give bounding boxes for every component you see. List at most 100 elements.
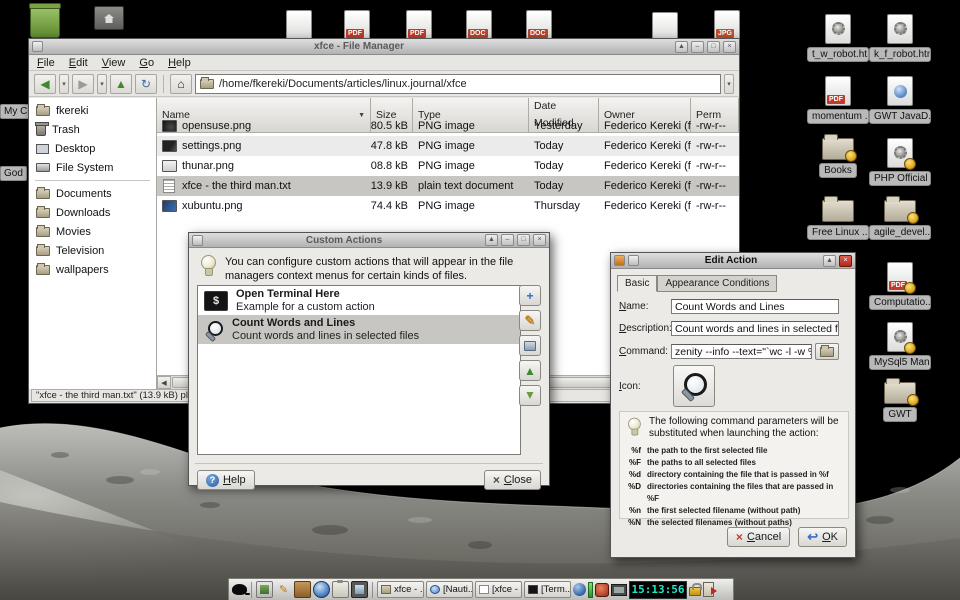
forward-dropdown[interactable]: ▾ xyxy=(97,74,107,94)
icon-picker-button[interactable] xyxy=(673,365,715,407)
scroll-left-icon[interactable]: ◀ xyxy=(157,376,171,389)
maximize-button[interactable]: □ xyxy=(707,41,720,53)
sidebar-item-downloads[interactable]: Downloads xyxy=(29,203,156,222)
desktop-icon-doc-2[interactable]: DOC xyxy=(508,10,570,40)
clipboard-launcher-icon[interactable] xyxy=(332,581,349,598)
desktop-icon-gwt-javadoc[interactable]: GWT JavaD... xyxy=(869,76,931,129)
desktop-icon-books[interactable]: Books xyxy=(807,138,869,183)
path-dropdown[interactable]: ▾ xyxy=(724,74,734,94)
sidebar-item-documents[interactable]: Documents xyxy=(29,184,156,203)
image-viewer-launcher-icon[interactable] xyxy=(256,581,273,598)
menu-file[interactable]: File xyxy=(37,57,55,69)
up-button[interactable]: ▲ xyxy=(110,74,132,94)
task-button-xfce-folder[interactable]: xfce - ... xyxy=(377,581,424,598)
custom-actions-titlebar[interactable]: Custom Actions ▲ – □ × xyxy=(189,233,549,248)
back-button[interactable]: ◀ xyxy=(34,74,56,94)
browse-button[interactable] xyxy=(815,343,839,360)
add-action-button[interactable]: + xyxy=(519,285,541,306)
desktop-label-left-2[interactable]: God xyxy=(0,166,27,181)
help-button[interactable]: ? Help xyxy=(197,470,255,490)
path-bar[interactable]: /home/fkereki/Documents/articles/linux.j… xyxy=(195,74,721,94)
tray-display-icon[interactable] xyxy=(611,584,627,596)
desktop-icon-computation[interactable]: PDF Computatio... xyxy=(869,262,931,315)
sidebar-item-desktop[interactable]: Desktop xyxy=(29,139,156,158)
back-dropdown[interactable]: ▾ xyxy=(59,74,69,94)
action-item-count-words[interactable]: Count Words and Lines Count words and li… xyxy=(198,315,520,344)
desktop-icon-jpg[interactable]: JPG xyxy=(696,10,758,40)
sidebar-item-television[interactable]: Television xyxy=(29,241,156,260)
window-icon[interactable] xyxy=(32,41,43,52)
minimize-button[interactable]: – xyxy=(501,234,514,246)
sidebar-item-filesystem[interactable]: File System xyxy=(29,158,156,177)
shade-button[interactable]: ▲ xyxy=(675,41,688,53)
refresh-button[interactable]: ↻ xyxy=(135,74,157,94)
edit-action-titlebar[interactable]: Edit Action ▲ × xyxy=(611,253,855,269)
text-editor-launcher-icon[interactable]: ✎ xyxy=(275,581,292,598)
desktop-icon-k-f-robot[interactable]: k_f_robot.html xyxy=(869,14,931,67)
table-row[interactable]: opensuse.png 580.5 kB PNG image Yesterda… xyxy=(157,116,739,136)
table-row[interactable]: thunar.png 108.8 kB PNG image Today Fede… xyxy=(157,156,739,176)
description-input[interactable]: Count words and lines in selected files xyxy=(671,321,839,336)
sidebar-item-home[interactable]: fkereki xyxy=(29,101,156,120)
close-button[interactable]: × xyxy=(839,255,852,267)
menu-go[interactable]: Go xyxy=(139,57,154,69)
desktop-icon-trash[interactable] xyxy=(14,6,76,38)
desktop-icon-agile-devel[interactable]: agile_devel... xyxy=(869,200,931,245)
desktop-icon-php-official[interactable]: PHP Official ... xyxy=(869,138,931,191)
task-button-nautilus[interactable]: [Nauti... xyxy=(426,581,473,598)
cancel-button[interactable]: × Cancel xyxy=(727,527,790,547)
lock-screen-icon[interactable] xyxy=(689,587,701,596)
sidebar-item-movies[interactable]: Movies xyxy=(29,222,156,241)
delete-action-button[interactable] xyxy=(519,335,541,356)
desktop-icon-t-w-robot[interactable]: t_w_robot.ht... xyxy=(807,14,869,67)
sidebar-item-wallpapers[interactable]: wallpapers xyxy=(29,260,156,279)
tray-level-indicator[interactable] xyxy=(588,582,593,598)
command-input[interactable]: zenity --info --text="`wc -l -w %N`" xyxy=(671,344,812,359)
shade-button[interactable]: ▲ xyxy=(485,234,498,246)
table-row-selected[interactable]: xfce - the third man.txt 13.9 kB plain t… xyxy=(157,176,739,196)
name-input[interactable]: Count Words and Lines xyxy=(671,299,839,314)
display-settings-launcher-icon[interactable] xyxy=(351,581,368,598)
move-up-button[interactable]: ▲ xyxy=(519,360,541,381)
tab-appearance-conditions[interactable]: Appearance Conditions xyxy=(657,275,777,292)
desktop-icon-document[interactable] xyxy=(268,10,330,40)
close-button[interactable]: × xyxy=(723,41,736,53)
window-icon-2[interactable] xyxy=(628,255,639,266)
window-icon[interactable] xyxy=(192,235,203,246)
tray-ball-icon[interactable] xyxy=(573,583,586,596)
tray-update-icon[interactable] xyxy=(595,583,609,597)
browser-launcher-icon[interactable] xyxy=(313,581,330,598)
sidebar-item-trash[interactable]: Trash xyxy=(29,120,156,139)
shade-button[interactable]: ▲ xyxy=(823,255,836,267)
menu-help[interactable]: Help xyxy=(168,57,191,69)
home-button[interactable]: ⌂ xyxy=(170,74,192,94)
desktop-icon-mysql5-manual[interactable]: MySql5 Man... xyxy=(869,322,931,375)
close-button[interactable]: × Close xyxy=(484,470,541,490)
minimize-button[interactable]: – xyxy=(691,41,704,53)
desktop-icon-free-linux[interactable]: Free Linux ... xyxy=(807,200,869,245)
clock[interactable]: 15:13:56 xyxy=(629,581,687,599)
edit-action-button[interactable]: ✎ xyxy=(519,310,541,331)
desktop-icon-momentum[interactable]: PDF momentum ... xyxy=(807,76,869,129)
move-down-button[interactable]: ▲ xyxy=(519,385,541,406)
table-row[interactable]: xubuntu.png 474.4 kB PNG image Thursday … xyxy=(157,196,739,216)
task-button-xfce-doc[interactable]: [xfce - ... xyxy=(475,581,522,598)
desktop-icon-doc-1[interactable]: DOC xyxy=(448,10,510,40)
menu-edit[interactable]: Edit xyxy=(69,57,88,69)
table-row[interactable]: settings.png 547.8 kB PNG image Today Fe… xyxy=(157,136,739,156)
desktop-icon-home[interactable] xyxy=(78,6,140,30)
logout-icon[interactable] xyxy=(703,582,714,597)
file-manager-titlebar[interactable]: xfce - File Manager ▲ – □ × xyxy=(29,39,739,55)
task-button-terminal[interactable]: [Term... xyxy=(524,581,571,598)
maximize-button[interactable]: □ xyxy=(517,234,530,246)
xfce-menu-icon[interactable] xyxy=(232,584,247,595)
file-cabinet-launcher-icon[interactable] xyxy=(294,581,311,598)
menu-view[interactable]: View xyxy=(102,57,126,69)
ok-button[interactable]: ↩ OK xyxy=(798,527,847,547)
tab-basic[interactable]: Basic xyxy=(617,275,657,292)
desktop-icon-pdf-2[interactable]: PDF xyxy=(388,10,450,40)
forward-button[interactable]: ▶ xyxy=(72,74,94,94)
desktop-icon-pdf-1[interactable]: PDF xyxy=(326,10,388,40)
close-button[interactable]: × xyxy=(533,234,546,246)
desktop-label-left-1[interactable]: My C xyxy=(0,104,31,119)
